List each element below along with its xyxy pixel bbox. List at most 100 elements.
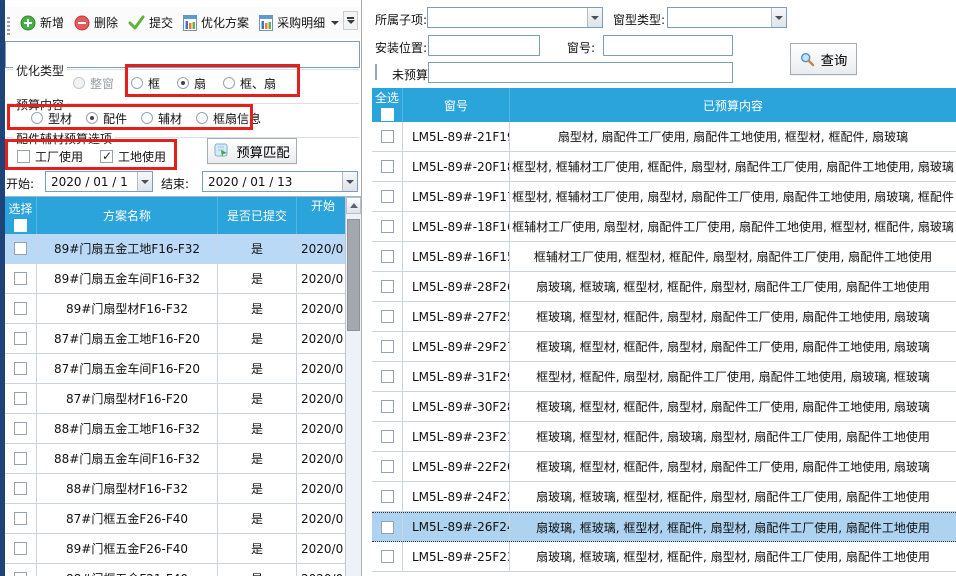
row-checkbox[interactable] xyxy=(381,400,394,413)
no-budget-checkbox[interactable] xyxy=(375,64,377,80)
window-row[interactable]: LM5L-89#-26F24 扇玻璃, 框玻璃, 框型材, 框配件, 扇型材, … xyxy=(372,512,956,542)
vertical-scrollbar[interactable] xyxy=(345,197,361,576)
opt-type-radio[interactable]: 整窗 xyxy=(73,75,114,92)
window-row[interactable]: LM5L-89#-31F29 框型材, 框配件, 扇型材, 扇配件工厂使用, 扇… xyxy=(372,362,956,392)
plan-row[interactable]: 88#门扇五金工地F16-F32 是 2020/0 xyxy=(5,414,361,444)
window-row[interactable]: LM5L-89#-24F22 扇玻璃, 框玻璃, 框型材, 框配件, 扇型材, … xyxy=(372,482,956,512)
date-end-picker[interactable]: 2020 / 01 / 13 xyxy=(202,171,358,192)
window-row[interactable]: LM5L-89#-19F17 框型材, 框辅材工厂使用, 扇型材, 扇配件工厂使… xyxy=(372,182,956,212)
row-checkbox[interactable] xyxy=(381,130,394,143)
submit-button[interactable]: 提交 xyxy=(123,11,178,34)
budget-content-radio[interactable]: 框扇信息 xyxy=(196,110,261,127)
row-checkbox[interactable] xyxy=(381,490,394,503)
row-checkbox[interactable] xyxy=(14,272,27,285)
row-checkbox[interactable] xyxy=(381,430,394,443)
optimize-plan-button[interactable]: 优化方案 xyxy=(178,11,254,34)
row-checkbox[interactable] xyxy=(381,310,394,323)
row-checkbox[interactable] xyxy=(381,370,394,383)
opt-type-radio[interactable]: 扇 xyxy=(177,75,206,92)
start-column-header[interactable]: 开始 xyxy=(297,197,345,234)
plan-row[interactable]: 89#门框五金F26-F40 是 2020/0 xyxy=(5,534,361,564)
row-checkbox[interactable] xyxy=(381,521,394,534)
window-row[interactable]: LM5L-89#-20F18 框型材, 框辅材工厂使用, 框配件, 扇型材, 扇… xyxy=(372,152,956,182)
row-checkbox[interactable] xyxy=(381,340,394,353)
combo-dropdown-button[interactable] xyxy=(771,8,786,27)
row-checkbox[interactable] xyxy=(14,392,27,405)
budget-content-radio[interactable]: 辅材 xyxy=(141,110,182,127)
budget-content-radio[interactable]: 型材 xyxy=(31,110,72,127)
opt-type-radio[interactable]: 框 xyxy=(131,75,160,92)
toolbar-overflow-button[interactable] xyxy=(343,11,358,30)
opt-type-radio[interactable]: 框、扇 xyxy=(223,75,276,92)
install-position-input[interactable] xyxy=(428,35,540,56)
window-row[interactable]: LM5L-89#-21F19 扇型材, 扇配件工厂使用, 扇配件工地使用, 框型… xyxy=(372,122,956,152)
row-checkbox[interactable] xyxy=(14,362,27,375)
date-dropdown-button[interactable] xyxy=(137,172,152,191)
window-no-cell: LM5L-89#-20F18 xyxy=(403,152,510,181)
window-row[interactable]: LM5L-89#-25F23 扇玻璃, 框玻璃, 框型材, 框配件, 扇型材, … xyxy=(372,542,956,572)
window-row[interactable]: LM5L-89#-29F27 框玻璃, 框型材, 框配件, 扇型材, 扇配件工厂… xyxy=(372,332,956,362)
combo-dropdown-button[interactable] xyxy=(587,8,602,27)
budget-match-button[interactable]: 预算匹配 xyxy=(207,138,297,164)
row-checkbox[interactable] xyxy=(381,550,394,563)
window-row[interactable]: LM5L-89#-16F15 框辅材工厂使用, 框型材, 框配件, 扇型材, 扇… xyxy=(372,242,956,272)
plan-row[interactable]: 88#门扇五金车间F16-F32 是 2020/0 xyxy=(5,444,361,474)
window-no-input[interactable] xyxy=(603,35,733,56)
window-no-column-header[interactable]: 窗号 xyxy=(403,88,510,122)
row-checkbox[interactable] xyxy=(14,332,27,345)
plan-row[interactable]: 87#门框五金F26-F40 是 2020/0 xyxy=(5,504,361,534)
query-button[interactable]: 查询 xyxy=(790,43,857,75)
window-row[interactable]: LM5L-89#-22F20 框玻璃, 框型材, 框配件, 扇型材, 扇配件工厂… xyxy=(372,452,956,482)
row-checkbox[interactable] xyxy=(14,452,27,465)
window-row[interactable]: LM5L-89#-18F16 框辅材工厂使用, 扇型材, 扇配件工厂使用, 扇配… xyxy=(372,212,956,242)
row-checkbox[interactable] xyxy=(381,250,394,263)
budget-content-radio[interactable]: 配件 xyxy=(86,110,127,127)
plan-row[interactable]: 87#门扇五金工地F16-F20 是 2020/0 xyxy=(5,324,361,354)
row-checkbox[interactable] xyxy=(14,542,27,555)
row-checkbox[interactable] xyxy=(14,242,27,255)
window-row[interactable]: LM5L-89#-27F25 框玻璃, 框型材, 框配件, 扇型材, 扇配件工厂… xyxy=(372,302,956,332)
row-checkbox[interactable] xyxy=(381,160,394,173)
usage-checkbox[interactable]: 工地使用 xyxy=(100,148,166,165)
plan-row[interactable]: 89#门扇五金车间F16-F32 是 2020/0 xyxy=(5,264,361,294)
row-checkbox[interactable] xyxy=(381,280,394,293)
row-checkbox[interactable] xyxy=(14,512,27,525)
date-start-picker[interactable]: 2020 / 01 / 1 xyxy=(45,171,153,192)
row-checkbox[interactable] xyxy=(381,460,394,473)
delete-button[interactable]: 删除 xyxy=(69,11,123,34)
window-type-combobox[interactable] xyxy=(667,7,787,28)
window-row[interactable]: LM5L-89#-30F28 框玻璃, 框型材, 框配件, 扇型材, 扇配件工厂… xyxy=(372,392,956,422)
plan-row[interactable]: 87#门扇型材F16-F20 是 2020/0 xyxy=(5,384,361,414)
row-checkbox[interactable] xyxy=(381,220,394,233)
window-row[interactable]: LM5L-89#-28F26 扇玻璃, 框玻璃, 框型材, 框配件, 扇型材, … xyxy=(372,272,956,302)
submitted-column-header[interactable]: 是否已提交 xyxy=(218,197,297,234)
row-checkbox[interactable] xyxy=(14,572,27,576)
dropdown-caret-icon[interactable] xyxy=(331,21,339,25)
plan-name-column-header[interactable]: 方案名称 xyxy=(37,197,218,234)
check-icon xyxy=(128,15,145,30)
scroll-up-button[interactable] xyxy=(346,197,361,214)
plan-row[interactable]: 89#门扇型材F16-F32 是 2020/0 xyxy=(5,294,361,324)
select-all-checkbox[interactable] xyxy=(14,219,27,232)
plan-row[interactable]: 89#门扇五金工地F16-F32 是 2020/0 xyxy=(5,234,361,264)
plan-row[interactable]: 87#门扇五金车间F16-F20 是 2020/0 xyxy=(5,354,361,384)
scrollbar-thumb[interactable] xyxy=(347,219,360,331)
row-select-cell xyxy=(372,122,403,151)
toolbar-grip[interactable] xyxy=(7,17,10,35)
add-button[interactable]: 新增 xyxy=(15,11,69,34)
date-dropdown-button[interactable] xyxy=(342,172,357,191)
no-budget-input[interactable] xyxy=(428,62,733,83)
budgeted-content-column-header[interactable]: 已预算内容 xyxy=(510,88,956,122)
radio-icon xyxy=(131,77,143,89)
row-checkbox[interactable] xyxy=(14,302,27,315)
usage-checkbox[interactable]: 工厂使用 xyxy=(17,148,83,165)
row-checkbox[interactable] xyxy=(14,422,27,435)
select-all-checkbox[interactable] xyxy=(381,108,394,121)
plan-row[interactable]: 88#门框五金F21-F40 是 2020/0 xyxy=(5,564,361,576)
sub-item-combobox[interactable] xyxy=(427,7,603,28)
purchase-detail-button[interactable]: 采购明细 xyxy=(254,11,344,34)
plan-row[interactable]: 88#门扇型材F16-F32 是 2020/0 xyxy=(5,474,361,504)
row-checkbox[interactable] xyxy=(381,190,394,203)
row-checkbox[interactable] xyxy=(14,482,27,495)
window-row[interactable]: LM5L-89#-23F21 框玻璃, 框型材, 框配件, 扇玻璃, 扇型材, … xyxy=(372,422,956,452)
